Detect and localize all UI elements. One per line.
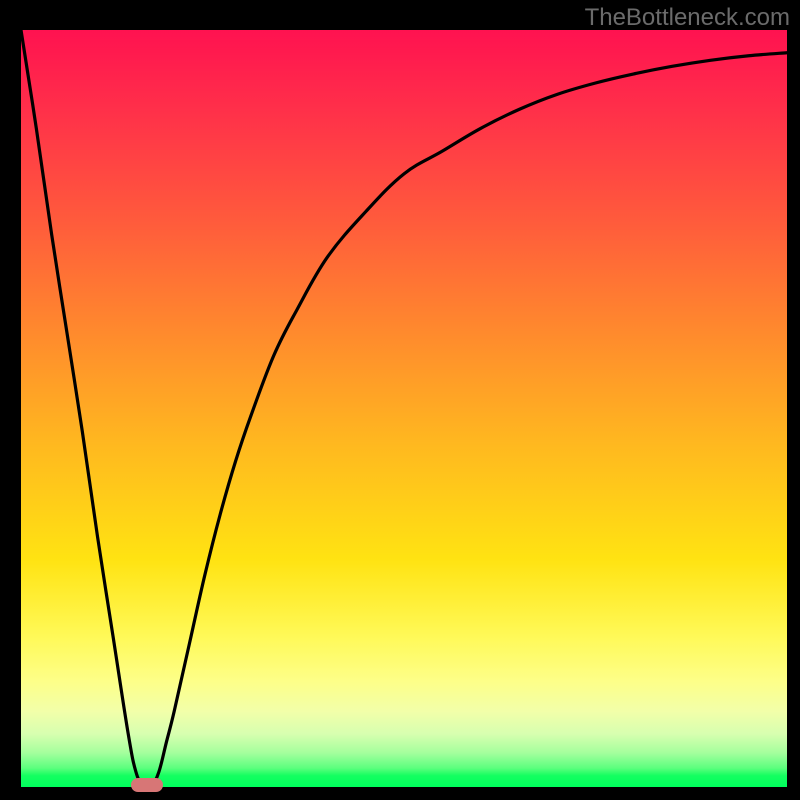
- minimum-marker: [131, 778, 163, 792]
- bottleneck-curve: [21, 30, 787, 787]
- plot-area: [21, 30, 787, 787]
- watermark-label: TheBottleneck.com: [585, 4, 790, 32]
- chart-frame: TheBottleneck.com: [0, 0, 800, 800]
